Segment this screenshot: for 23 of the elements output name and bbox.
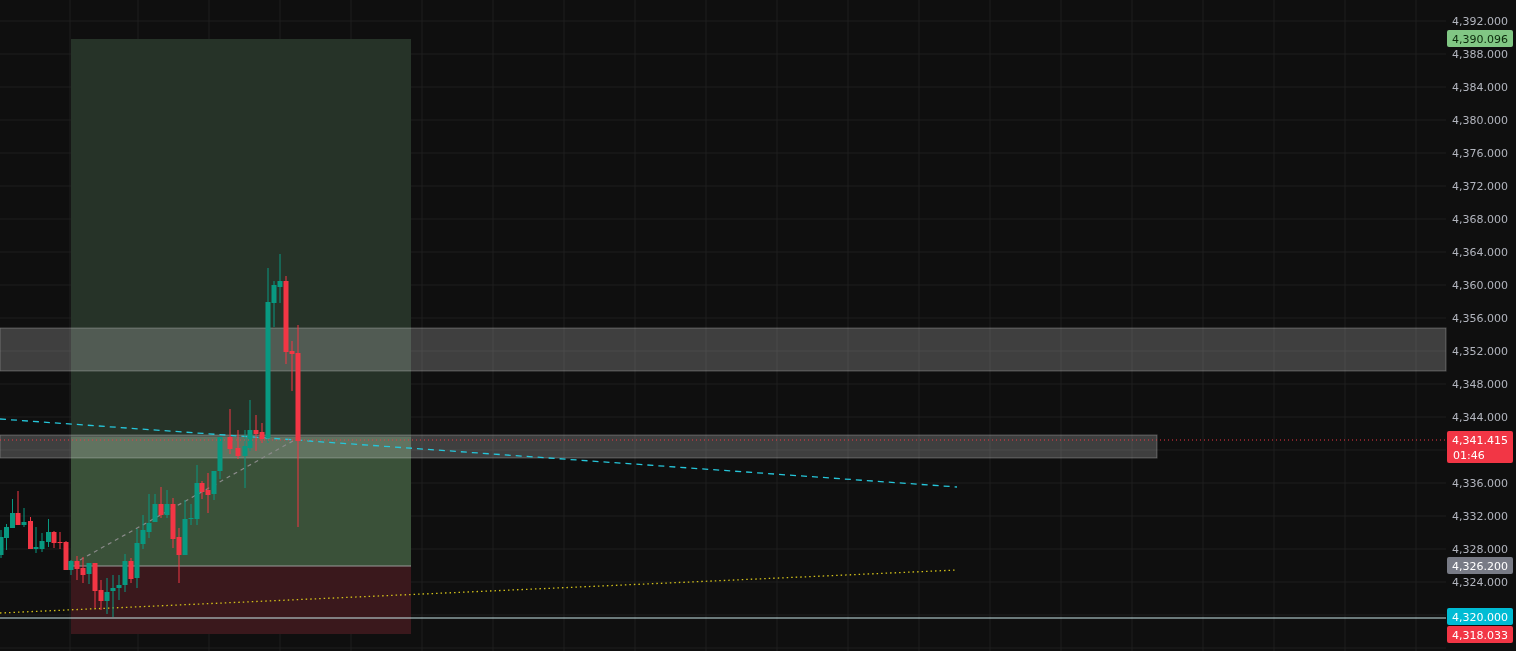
price-axis-label: 4,332.000 xyxy=(1452,510,1508,523)
price-axis-label: 4,388.000 xyxy=(1452,48,1508,61)
price-axis-label: 4,384.000 xyxy=(1452,81,1508,94)
price-tag: 4,390.096 xyxy=(1447,30,1513,47)
price-axis-label: 4,352.000 xyxy=(1452,345,1508,358)
price-tag: 4,318.033 xyxy=(1447,626,1513,643)
price-axis-label: 4,348.000 xyxy=(1452,378,1508,391)
price-axis-label: 4,324.000 xyxy=(1452,576,1508,589)
price-axis-label: 4,356.000 xyxy=(1452,312,1508,325)
price-axis-label: 4,360.000 xyxy=(1452,279,1508,292)
price-axis-label: 4,336.000 xyxy=(1452,477,1508,490)
price-axis-label: 4,380.000 xyxy=(1452,114,1508,127)
price-axis-label: 4,364.000 xyxy=(1452,246,1508,259)
price-tag: 4,326.200 xyxy=(1447,557,1513,574)
price-axis-label: 4,328.000 xyxy=(1452,543,1508,556)
candlestick xyxy=(227,408,233,455)
price-tag: 4,320.000 xyxy=(1447,608,1513,625)
price-axis-label: 4,372.000 xyxy=(1452,180,1508,193)
price-axis-label: 4,376.000 xyxy=(1452,147,1508,160)
price-axis-label: 4,392.000 xyxy=(1452,15,1508,28)
price-axis-label: 4,344.000 xyxy=(1452,411,1508,424)
price-axis-label: 4,368.000 xyxy=(1452,213,1508,226)
price-tag: 4,341.415 01:46 xyxy=(1447,431,1513,463)
